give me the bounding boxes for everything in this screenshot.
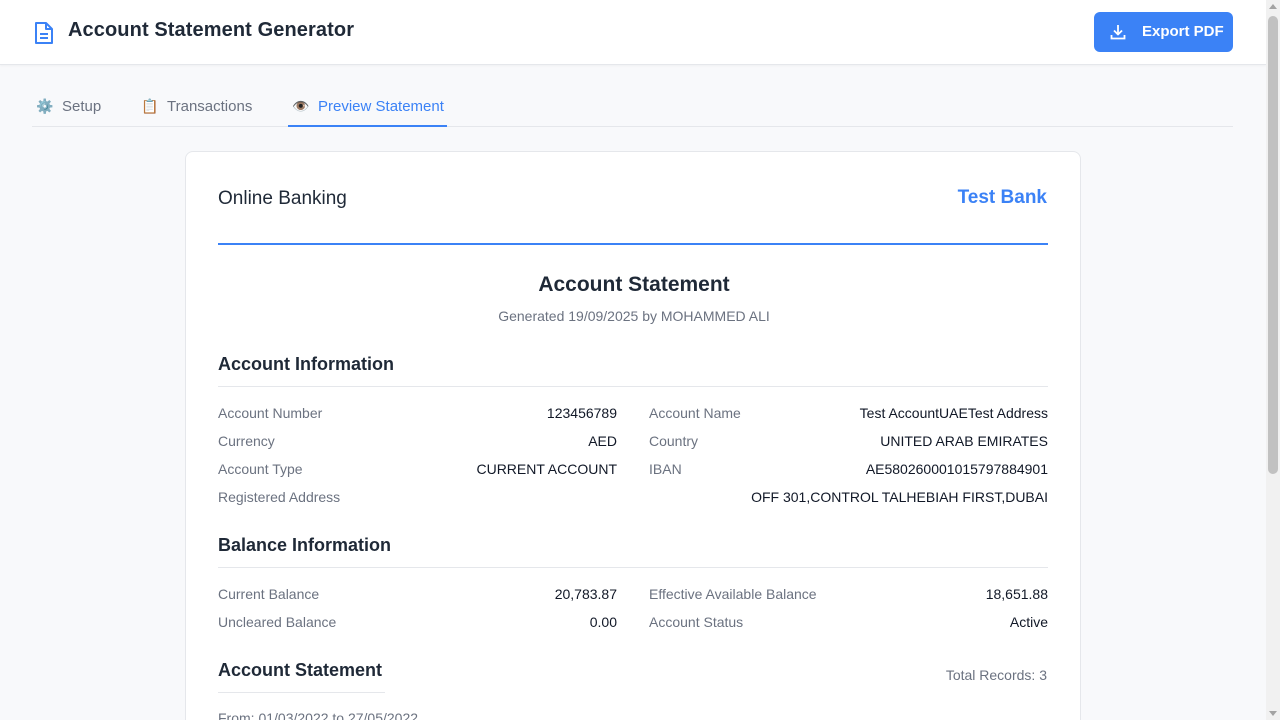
account-information-title: Account Information <box>218 354 394 374</box>
uncleared-balance-row: Uncleared Balance 0.00 <box>218 614 617 634</box>
download-icon <box>1110 25 1126 40</box>
tab-bar: ⚙️ Setup 📋 Transactions 👁️ Preview State… <box>32 90 1233 127</box>
eye-icon: 👁️ <box>292 98 310 114</box>
field-label: Country <box>649 433 699 449</box>
scrollbar-thumb[interactable] <box>1268 16 1278 474</box>
tab-setup[interactable]: ⚙️ Setup <box>36 90 101 127</box>
field-value: Active <box>1009 614 1048 630</box>
statement-title: Account Statement <box>538 273 730 296</box>
app-header: Account Statement Generator Export PDF <box>0 0 1266 65</box>
field-value: 18,651.88 <box>985 586 1048 602</box>
tab-transactions[interactable]: 📋 Transactions <box>141 90 252 127</box>
section-divider <box>218 692 385 693</box>
field-label: Currency <box>218 433 275 449</box>
field-value: AED <box>588 433 617 449</box>
field-value: 0.00 <box>589 614 617 630</box>
field-value: Test AccountUAETest Address <box>859 405 1048 421</box>
field-label: IBAN <box>649 461 682 477</box>
account-number-row: Account Number 123456789 <box>218 405 617 425</box>
account-type-row: Account Type CURRENT ACCOUNT <box>218 461 617 481</box>
gear-icon: ⚙️ <box>36 98 54 114</box>
account-status-row: Account Status Active <box>649 614 1048 634</box>
field-label: Uncleared Balance <box>218 614 337 630</box>
field-label: Account Name <box>649 405 741 421</box>
field-value: UNITED ARAB EMIRATES <box>880 433 1048 449</box>
field-value: CURRENT ACCOUNT <box>476 461 617 477</box>
statement-period: From: 01/03/2022 to 27/05/2022 <box>218 710 419 720</box>
effective-available-balance-row: Effective Available Balance 18,651.88 <box>649 586 1048 606</box>
field-label: Registered Address <box>218 489 341 505</box>
field-value: 123456789 <box>546 405 617 421</box>
statement-preview-card: Online Banking Test Bank Account Stateme… <box>185 151 1081 720</box>
field-label: Account Type <box>218 461 303 477</box>
current-balance-row: Current Balance 20,783.87 <box>218 586 617 606</box>
online-banking-label: Online Banking <box>218 188 347 209</box>
tab-label: Transactions <box>167 98 253 115</box>
field-label: Account Number <box>218 405 323 421</box>
page-scrollbar[interactable] <box>1266 0 1280 720</box>
tab-label: Preview Statement <box>318 98 444 115</box>
balance-information-title: Balance Information <box>218 535 392 555</box>
iban-row: IBAN AE580260001015797884901 <box>649 461 1048 481</box>
export-pdf-button[interactable]: Export PDF <box>1094 12 1233 52</box>
field-value: 20,783.87 <box>554 586 617 602</box>
section-divider <box>218 567 1048 568</box>
country-row: Country UNITED ARAB EMIRATES <box>649 433 1048 453</box>
field-label: Current Balance <box>218 586 320 602</box>
scroll-up-arrow-icon[interactable] <box>1269 4 1277 9</box>
tab-label: Setup <box>62 98 102 115</box>
account-statement-title: Account Statement <box>218 660 383 680</box>
scroll-down-arrow-icon[interactable] <box>1269 711 1277 716</box>
section-divider <box>218 386 1048 387</box>
generated-info: Generated 19/09/2025 by MOHAMMED ALI <box>498 308 770 324</box>
export-pdf-label: Export PDF <box>1142 23 1224 40</box>
field-label: Effective Available Balance <box>649 586 817 602</box>
total-records: Total Records: 3 <box>945 667 1047 683</box>
currency-row: Currency AED <box>218 433 617 453</box>
account-name-row: Account Name Test AccountUAETest Address <box>649 405 1048 425</box>
field-value: AE580260001015797884901 <box>865 461 1048 477</box>
bank-name: Test Bank <box>957 187 1047 208</box>
field-label: Account Status <box>649 614 744 630</box>
field-value: OFF 301,CONTROL TALHEBIAH FIRST,DUBAI <box>751 489 1048 505</box>
registered-address-row: Registered Address OFF 301,CONTROL TALHE… <box>218 489 1048 509</box>
clipboard-icon: 📋 <box>141 98 159 114</box>
tab-preview-statement[interactable]: 👁️ Preview Statement <box>288 90 447 127</box>
document-icon <box>35 22 53 44</box>
app-title: Account Statement Generator <box>68 19 355 41</box>
header-divider <box>218 243 1048 245</box>
